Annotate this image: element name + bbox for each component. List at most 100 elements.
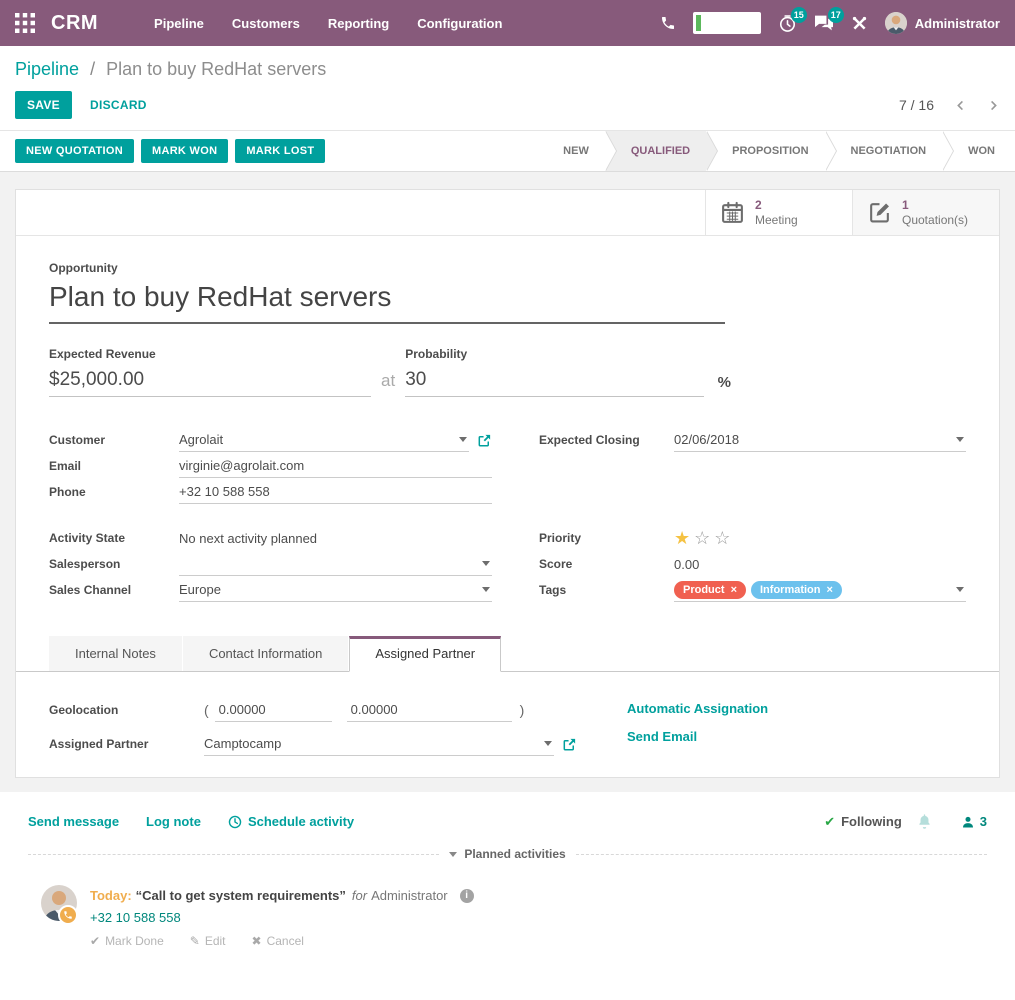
expected-revenue-input[interactable]: $25,000.00 xyxy=(49,365,371,397)
info-icon[interactable]: i xyxy=(460,889,474,903)
mark-done-button[interactable]: ✔Mark Done xyxy=(90,934,164,948)
tag-product[interactable]: Product× xyxy=(674,581,746,599)
close-icon[interactable]: × xyxy=(827,584,833,596)
star-empty-icon[interactable]: ☆ xyxy=(714,528,734,549)
activities-badge: 15 xyxy=(791,7,807,23)
score-row: Score 0.00 xyxy=(539,551,966,577)
external-link-icon[interactable] xyxy=(562,737,577,752)
breadcrumb-pipeline[interactable]: Pipeline xyxy=(15,59,79,79)
assigned-partner-input[interactable]: Camptocamp xyxy=(204,732,554,756)
opportunity-title-input[interactable]: Plan to buy RedHat servers xyxy=(49,281,725,324)
schedule-activity-button[interactable]: Schedule activity xyxy=(228,814,354,829)
latitude-input[interactable]: 0.00000 xyxy=(215,698,332,722)
mark-lost-button[interactable]: MARK LOST xyxy=(235,139,325,163)
automatic-assignation-link[interactable]: Automatic Assignation xyxy=(627,701,768,716)
salesperson-label: Salesperson xyxy=(49,557,179,571)
save-button[interactable]: SAVE xyxy=(15,91,72,119)
customer-input[interactable]: Agrolait xyxy=(179,428,469,452)
chevron-down-icon[interactable] xyxy=(459,437,467,442)
timer-widget[interactable] xyxy=(693,12,761,34)
chevron-down-icon[interactable] xyxy=(544,741,552,746)
control-actions: SAVE DISCARD 7 / 16 xyxy=(15,91,1000,119)
chatter-right: ✔ Following 3 xyxy=(824,813,987,830)
stage-new[interactable]: NEW xyxy=(537,131,605,171)
send-email-link[interactable]: Send Email xyxy=(627,729,768,744)
percent-sign: % xyxy=(718,374,731,391)
phone-icon[interactable] xyxy=(660,15,676,31)
chevron-down-icon[interactable] xyxy=(956,437,964,442)
score-value: 0.00 xyxy=(674,552,966,576)
menu-pipeline[interactable]: Pipeline xyxy=(154,16,204,31)
chevron-down-icon[interactable] xyxy=(482,561,490,566)
send-message-button[interactable]: Send message xyxy=(28,814,119,829)
cancel-activity-button[interactable]: ✖Cancel xyxy=(252,934,304,948)
chevron-left-icon[interactable] xyxy=(954,99,967,112)
expected-closing-input[interactable]: 02/06/2018 xyxy=(674,428,966,452)
star-empty-icon[interactable]: ☆ xyxy=(694,528,714,549)
followers-icon xyxy=(961,815,975,829)
sheet-body: Opportunity Plan to buy RedHat servers E… xyxy=(16,236,999,603)
close-icon[interactable]: × xyxy=(731,584,737,596)
priority-row: Priority ★☆☆ xyxy=(539,525,966,551)
discard-button[interactable]: DISCARD xyxy=(90,98,147,112)
tag-information[interactable]: Information× xyxy=(751,581,842,599)
activity-item: Today: “Call to get system requirements”… xyxy=(28,885,987,948)
salesperson-input[interactable] xyxy=(179,552,492,576)
field-column-right: Expected Closing 02/06/2018 Priority ★☆☆… xyxy=(539,427,966,603)
email-input[interactable]: virginie@agrolait.com xyxy=(179,454,492,478)
menu-configuration[interactable]: Configuration xyxy=(417,16,502,31)
tags-input[interactable]: Product× Information× xyxy=(674,578,966,602)
tags-label: Tags xyxy=(539,583,674,597)
activities-clock-icon[interactable]: 15 xyxy=(778,14,797,33)
check-icon: ✔ xyxy=(824,814,835,830)
field-grid: Customer Agrolait Email virginie@agrolai… xyxy=(49,427,966,603)
following-button[interactable]: ✔ Following xyxy=(824,814,902,830)
probability-input[interactable]: 30 xyxy=(405,365,703,397)
user-menu[interactable]: Administrator xyxy=(885,12,1000,34)
mark-won-button[interactable]: MARK WON xyxy=(141,139,228,163)
menu-reporting[interactable]: Reporting xyxy=(328,16,389,31)
sales-channel-input[interactable]: Europe xyxy=(179,578,492,602)
chevron-right-icon[interactable] xyxy=(987,99,1000,112)
chatter: Send message Log note Schedule activity … xyxy=(0,792,1015,948)
breadcrumb: Pipeline / Plan to buy RedHat servers xyxy=(15,59,1000,80)
priority-stars: ★☆☆ xyxy=(674,526,966,550)
tab-assigned-partner[interactable]: Assigned Partner xyxy=(349,636,501,672)
stage-negotiation[interactable]: NEGOTIATION xyxy=(825,131,943,171)
activity-phone-link[interactable]: +32 10 588 558 xyxy=(90,910,474,925)
planned-activities-divider: Planned activities xyxy=(28,847,987,861)
apps-grid-icon[interactable] xyxy=(15,13,35,33)
longitude-input[interactable]: 0.00000 xyxy=(347,698,512,722)
stage-proposition[interactable]: PROPOSITION xyxy=(706,131,824,171)
bell-icon[interactable] xyxy=(916,813,933,830)
tab-internal-notes[interactable]: Internal Notes xyxy=(49,636,182,671)
tab-contact-information[interactable]: Contact Information xyxy=(183,636,348,671)
quotations-label: Quotation(s) xyxy=(902,213,968,227)
stage-qualified[interactable]: QUALIFIED xyxy=(605,131,706,171)
phone-label: Phone xyxy=(49,485,179,499)
field-column-left: Customer Agrolait Email virginie@agrolai… xyxy=(49,427,492,603)
planned-activities-toggle[interactable]: Planned activities xyxy=(449,847,565,861)
menu-customers[interactable]: Customers xyxy=(232,16,300,31)
messages-icon[interactable]: 17 xyxy=(814,14,834,32)
phone-input[interactable]: +32 10 588 558 xyxy=(179,480,492,504)
chevron-down-icon[interactable] xyxy=(956,587,964,592)
assigned-partner-panel: Geolocation ( 0.00000 0.00000 ) Assigned… xyxy=(16,672,999,758)
star-filled-icon[interactable]: ★ xyxy=(674,528,694,549)
activity-headline: Today: “Call to get system requirements”… xyxy=(90,888,474,903)
quotations-stat-button[interactable]: 1 Quotation(s) xyxy=(852,190,999,235)
meetings-count: 2 xyxy=(755,198,798,212)
triangle-down-icon xyxy=(449,852,457,857)
activity-avatar xyxy=(41,885,77,921)
log-note-button[interactable]: Log note xyxy=(146,814,201,829)
chevron-down-icon[interactable] xyxy=(482,587,490,592)
meetings-stat-button[interactable]: 2 Meeting xyxy=(705,190,852,235)
activity-state-label: Activity State xyxy=(49,531,179,545)
tools-icon[interactable] xyxy=(851,15,868,32)
external-link-icon[interactable] xyxy=(477,433,492,448)
app-brand[interactable]: CRM xyxy=(51,12,98,35)
at-label: at xyxy=(381,371,395,391)
new-quotation-button[interactable]: NEW QUOTATION xyxy=(15,139,134,163)
edit-activity-button[interactable]: ✎Edit xyxy=(190,934,226,948)
followers-button[interactable]: 3 xyxy=(961,814,987,829)
